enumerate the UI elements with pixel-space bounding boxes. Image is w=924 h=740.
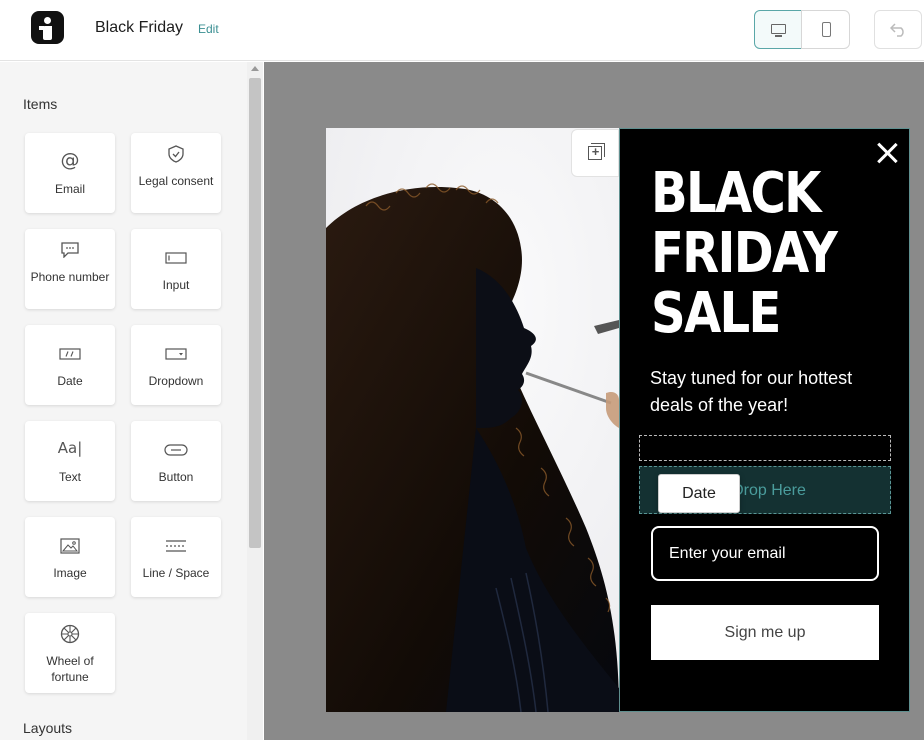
email-input[interactable] xyxy=(651,526,879,581)
empty-block-placeholder[interactable] xyxy=(639,435,891,461)
scrollbar-thumb[interactable] xyxy=(249,78,261,548)
dragged-date-item[interactable]: Date xyxy=(658,474,740,513)
headline-line: BLACK xyxy=(651,161,821,226)
layouts-heading: Layouts xyxy=(23,720,73,736)
undo-button[interactable] xyxy=(874,10,922,49)
top-bar: Black Friday Edit xyxy=(0,0,924,61)
item-image[interactable]: Image xyxy=(25,517,115,597)
item-dropdown[interactable]: Dropdown xyxy=(131,325,221,405)
item-text[interactable]: Aa| Text xyxy=(25,421,115,501)
items-sidebar: Items @ Email Legal consent Phone number… xyxy=(0,62,263,740)
item-email[interactable]: @ Email xyxy=(25,133,115,213)
headline-line: SALE xyxy=(651,281,781,346)
campaign-title: Black Friday xyxy=(95,19,184,36)
item-input[interactable]: Input xyxy=(131,229,221,309)
button-icon xyxy=(131,439,221,461)
headline-line: FRIDAY xyxy=(651,221,838,286)
popup-subtext[interactable]: Stay tuned for our hottest deals of the … xyxy=(650,365,890,419)
undo-icon xyxy=(890,23,904,37)
app-logo[interactable] xyxy=(31,11,64,44)
item-date[interactable]: Date xyxy=(25,325,115,405)
at-icon: @ xyxy=(60,149,80,171)
items-heading: Items xyxy=(23,96,58,112)
chat-icon xyxy=(25,239,115,261)
item-phone-number[interactable]: Phone number xyxy=(25,229,115,309)
scroll-up-arrow-icon[interactable] xyxy=(251,66,259,71)
desktop-view-button[interactable] xyxy=(754,10,802,49)
add-block-button[interactable]: + xyxy=(571,129,619,177)
line-space-icon xyxy=(131,535,221,557)
edit-title-link[interactable]: Edit xyxy=(198,22,219,36)
popup-headline[interactable]: BLACK FRIDAY SALE xyxy=(651,164,866,344)
sidebar-scrollbar[interactable] xyxy=(247,62,263,740)
item-wheel-of-fortune[interactable]: Wheel of fortune xyxy=(25,613,115,693)
dropdown-icon xyxy=(131,343,221,365)
shield-icon xyxy=(131,143,221,165)
item-button[interactable]: Button xyxy=(131,421,221,501)
input-icon xyxy=(131,247,221,269)
close-icon[interactable] xyxy=(876,142,898,164)
text-icon: Aa| xyxy=(57,439,83,457)
monitor-icon xyxy=(771,24,786,37)
phone-icon xyxy=(822,22,831,37)
item-legal-consent[interactable]: Legal consent xyxy=(131,133,221,213)
wheel-icon xyxy=(25,623,115,645)
image-icon xyxy=(25,535,115,557)
date-icon xyxy=(25,343,115,365)
signup-button[interactable]: Sign me up xyxy=(651,605,879,660)
mobile-view-button[interactable] xyxy=(801,10,850,49)
item-line-space[interactable]: Line / Space xyxy=(131,517,221,597)
popup-hero-image[interactable] xyxy=(326,128,619,712)
woman-silhouette-image xyxy=(326,128,619,712)
